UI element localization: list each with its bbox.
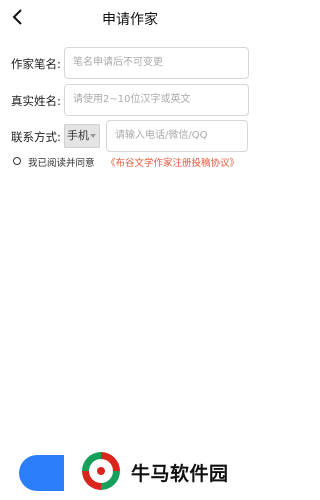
watermark-logo-icon [81,451,121,491]
real-name-row: 真实姓名: 请使用2~10位汉字或英文 [11,84,251,116]
contact-label: 联系方式: [11,130,61,144]
submit-button[interactable] [19,455,64,491]
contact-row: 联系方式: 手机 请输入电话/微信/QQ [11,120,251,152]
pen-name-row: 作家笔名: 笔名申请后不可变更 [11,47,251,79]
agreement-link[interactable]: 《布谷文学作家注册投稿协议》 [106,155,239,169]
pen-name-label: 作家笔名: [11,57,61,71]
contact-method-value: 手机 [67,129,89,142]
pen-name-input[interactable]: 笔名申请后不可变更 [64,47,249,79]
watermark-text: 牛马软件园 [131,463,229,485]
page-title: 申请作家 [102,12,158,28]
header: 申请作家 [0,0,260,36]
real-name-input[interactable]: 请使用2~10位汉字或英文 [64,84,249,116]
contact-method-select[interactable]: 手机 [64,124,100,148]
dropdown-arrow-icon [90,134,96,138]
contact-input[interactable]: 请输入电话/微信/QQ [106,120,248,152]
agree-radio[interactable] [13,157,21,165]
agreement-row: 我已阅读并同意 《布谷文学作家注册投稿协议》 [13,155,243,169]
agreement-text: 我已阅读并同意 [28,158,95,169]
real-name-label: 真实姓名: [11,94,61,108]
